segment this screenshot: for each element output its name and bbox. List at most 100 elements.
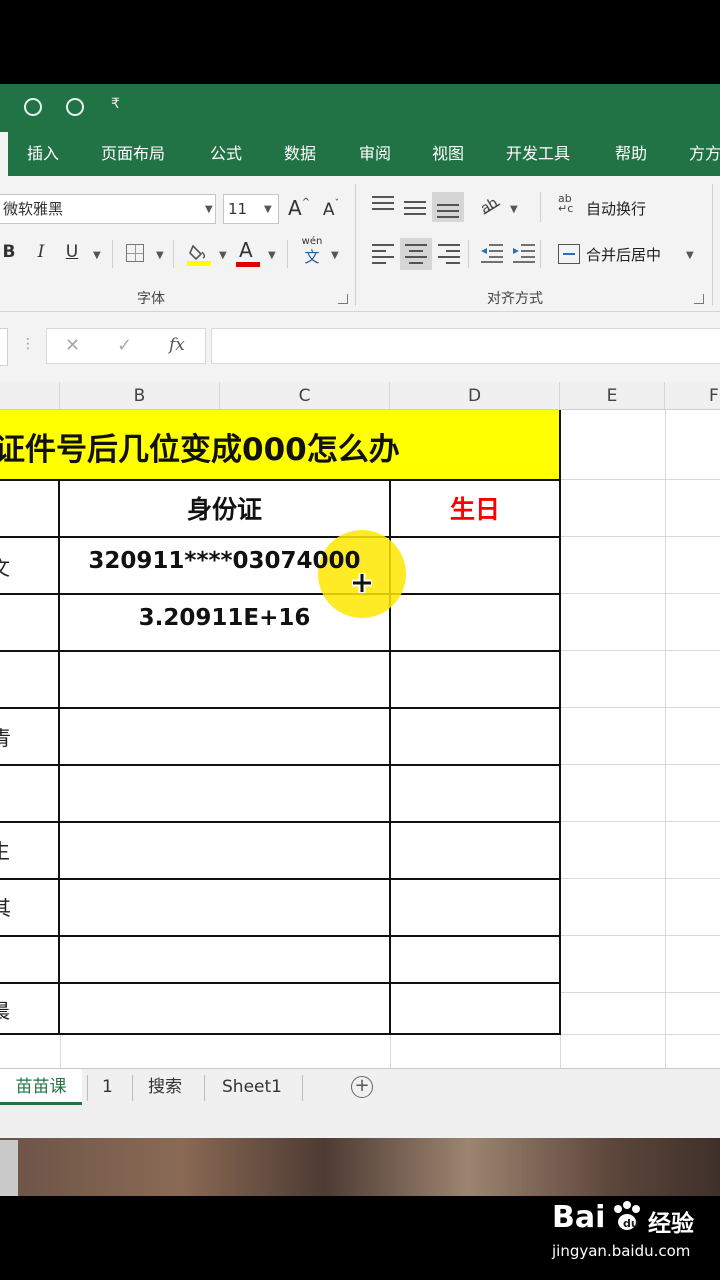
cancel-icon[interactable]: ✕	[65, 335, 80, 356]
alignment-dialog-launcher-icon[interactable]	[694, 294, 704, 304]
table-border	[0, 982, 561, 984]
tab-review[interactable]: 审阅	[359, 132, 391, 176]
column-header-b[interactable]: B	[60, 382, 220, 410]
align-bottom-icon	[437, 198, 459, 218]
borders-dropdown-icon[interactable]: ▼	[156, 250, 164, 261]
title-cell[interactable]: 证件号后几位变成000怎么办	[0, 410, 560, 480]
formula-bar: ⋮ ✕ ✓ fx	[0, 312, 720, 382]
column-header-d[interactable]: D	[390, 382, 560, 410]
group-separator	[355, 184, 356, 306]
underline-button[interactable]: U	[63, 242, 81, 262]
phonetic-dropdown-icon[interactable]: ▼	[331, 250, 339, 261]
column-header-c[interactable]: C	[220, 382, 390, 410]
sheet-tab-sheet1[interactable]: Sheet1	[222, 1069, 282, 1105]
gridline	[390, 1034, 391, 1072]
font-color-dropdown-icon[interactable]: ▼	[268, 250, 276, 261]
add-sheet-icon[interactable]: +	[351, 1076, 373, 1098]
tab-insert[interactable]: 插入	[27, 132, 59, 176]
column-header-f[interactable]: F	[665, 382, 720, 410]
row-label-fragment: 文	[0, 552, 10, 581]
tab-help[interactable]: 帮助	[615, 132, 647, 176]
table-border	[0, 650, 561, 652]
tab-view[interactable]: 视图	[432, 132, 464, 176]
watermark-url: jingyan.baidu.com	[552, 1242, 691, 1260]
table-border	[0, 821, 561, 823]
font-size-value: 11	[228, 200, 248, 218]
header-birthday[interactable]: 生日	[391, 490, 559, 526]
id-value-row-1[interactable]: 320911****03074000	[60, 548, 389, 574]
gridline	[665, 410, 666, 1072]
redo-icon[interactable]	[66, 98, 84, 116]
align-left-icon[interactable]	[372, 244, 394, 264]
tab-fangfang[interactable]: 方方	[689, 132, 720, 176]
font-size-dropdown-icon[interactable]: ▼	[264, 204, 272, 215]
shrink-font-button[interactable]: Aˇ	[320, 199, 342, 220]
phonetic-top-text: wén	[301, 236, 323, 247]
column-header-e[interactable]: E	[560, 382, 665, 410]
merge-center-dropdown-icon[interactable]: ▼	[686, 250, 694, 261]
gridline	[560, 536, 720, 537]
enter-icon[interactable]: ✓	[117, 335, 132, 356]
sheet-tab-active[interactable]: 苗苗课	[0, 1069, 82, 1105]
photo-edge	[0, 1140, 18, 1196]
phonetic-bottom-text: 文	[304, 248, 320, 266]
paw-logo-icon: du	[610, 1200, 644, 1234]
name-box[interactable]	[0, 328, 8, 366]
orientation-dropdown-icon[interactable]: ▼	[510, 204, 518, 215]
column-header-a[interactable]	[0, 382, 60, 410]
tab-developer[interactable]: 开发工具	[506, 132, 570, 176]
align-right-icon[interactable]	[438, 244, 460, 264]
gridline	[560, 992, 720, 993]
table-border	[0, 935, 561, 937]
gridline	[560, 935, 720, 936]
wrap-text-label[interactable]: 自动换行	[586, 198, 646, 219]
sheet-tab-1[interactable]: 1	[102, 1069, 113, 1105]
header-id-card[interactable]: 身份证	[60, 490, 389, 526]
id-value-row-2[interactable]: 3.20911E+16	[60, 605, 389, 631]
insert-function-icon[interactable]: fx	[169, 335, 185, 355]
font-color-button[interactable]: A	[236, 238, 260, 268]
italic-button[interactable]: I	[32, 242, 50, 262]
phonetic-guide-button[interactable]: wén 文	[298, 236, 326, 270]
undo-icon[interactable]	[24, 98, 42, 116]
formula-input[interactable]	[211, 328, 720, 364]
fill-color-button[interactable]	[187, 240, 211, 268]
gridline	[560, 479, 720, 480]
increase-indent-icon[interactable]	[512, 242, 536, 264]
separator	[287, 240, 288, 268]
font-name-dropdown-icon[interactable]: ▼	[205, 204, 213, 215]
customize-quick-access-icon[interactable]: ₹	[111, 96, 120, 112]
font-dialog-launcher-icon[interactable]	[338, 294, 348, 304]
tab-formulas[interactable]: 公式	[210, 132, 242, 176]
tab-data[interactable]: 数据	[284, 132, 316, 176]
baidu-jingyan-watermark: Bai du 经验 jingyan.baidu.com	[552, 1200, 720, 1270]
sheet-tab-search[interactable]: 搜索	[148, 1069, 182, 1105]
font-name-box[interactable]: 微软雅黑	[0, 194, 216, 224]
decrease-indent-icon[interactable]	[480, 242, 504, 264]
gridline	[560, 707, 720, 708]
align-top-icon[interactable]	[372, 196, 394, 216]
row-label-fragment: 晨	[0, 995, 10, 1024]
orientation-icon[interactable]: ab	[478, 192, 502, 217]
align-center-button[interactable]	[400, 238, 432, 270]
align-middle-icon[interactable]	[404, 198, 426, 218]
alignment-group-label: 对齐方式	[487, 291, 543, 307]
wrap-text-icon[interactable]: ab ↵c	[558, 193, 580, 218]
table-border	[0, 764, 561, 766]
align-bottom-button[interactable]	[432, 192, 464, 222]
borders-icon[interactable]	[126, 244, 144, 262]
tab-home-active[interactable]	[0, 132, 8, 176]
watermark-brand: Bai	[552, 1200, 606, 1235]
separator	[87, 1075, 88, 1101]
merge-center-label[interactable]: 合并后居中	[586, 244, 661, 265]
underline-dropdown-icon[interactable]: ▼	[93, 250, 101, 261]
tab-page-layout[interactable]: 页面布局	[101, 132, 165, 176]
fill-color-dropdown-icon[interactable]: ▼	[219, 250, 227, 261]
bold-button[interactable]: B	[0, 242, 18, 262]
separator	[540, 240, 541, 268]
grow-font-icon: A	[288, 196, 302, 220]
separator	[468, 240, 469, 268]
grow-font-button[interactable]: A^	[288, 196, 310, 220]
group-separator	[712, 184, 713, 306]
merge-center-icon[interactable]	[558, 244, 580, 264]
